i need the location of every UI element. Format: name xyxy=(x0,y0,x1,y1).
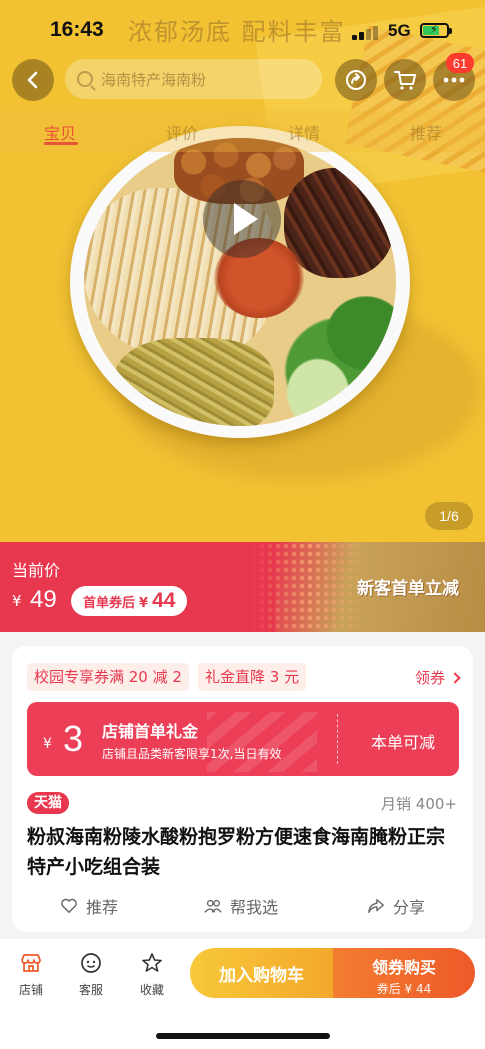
section-tabs: 宝贝 评价 详情 推荐 xyxy=(0,110,485,152)
product-detail-page: 1/6 16:43 浓郁汤底 配料丰富 5G ⚡ 海南特产海南粉 61 宝贝 评… xyxy=(0,0,485,1049)
share-label: 分享 xyxy=(393,898,426,917)
tab-reviews[interactable]: 评价 xyxy=(166,120,198,144)
beef-jerky xyxy=(284,168,394,278)
back-icon xyxy=(27,71,38,89)
product-title: 粉叔海南粉陵水酸粉抱罗粉方便速食海南腌粉正宗特产小吃组合装 xyxy=(27,826,446,878)
new-customer-promo: 新客首单立减 xyxy=(357,579,459,599)
charging-icon: ⚡ xyxy=(430,23,438,36)
tab-recommend[interactable]: 推荐 xyxy=(410,120,442,144)
product-image xyxy=(70,126,410,438)
store-label: 店铺 xyxy=(18,983,43,997)
help-me-choose-label: 帮我选 xyxy=(230,898,279,917)
price-label: 当前价 xyxy=(12,561,61,580)
tab-item[interactable]: 宝贝 xyxy=(44,120,76,144)
notification-badge: 61 xyxy=(446,53,474,73)
service-icon xyxy=(81,953,101,973)
chevron-right-icon xyxy=(449,671,461,684)
search-placeholder: 海南特产海南粉 xyxy=(101,70,207,89)
share-arrow-icon xyxy=(368,899,384,913)
play-video-icon[interactable] xyxy=(203,180,281,258)
get-coupon-link[interactable]: 领券 xyxy=(414,667,461,688)
coupon-price-amount: 44 xyxy=(152,589,176,612)
share-button[interactable] xyxy=(335,59,377,101)
favorite-button[interactable]: 收藏 xyxy=(132,951,172,998)
coupon-chip-campus[interactable]: 校园专享券满 20 减 2 xyxy=(27,663,189,691)
gift-amount: 3 xyxy=(63,718,84,759)
more-icon xyxy=(443,77,465,83)
buy-label: 领券购买 xyxy=(371,958,436,977)
home-indicator[interactable] xyxy=(156,1033,330,1039)
top-nav: 海南特产海南粉 61 xyxy=(0,53,485,103)
coupon-price-label: 首单券后 xyxy=(83,596,136,611)
buy-with-coupon-button[interactable]: 领券购买 券后 ¥ 44 xyxy=(333,948,475,998)
share-icon xyxy=(346,70,366,90)
coupon-divider xyxy=(337,714,338,764)
price-amount: 49 xyxy=(30,586,57,613)
tmall-badge: 天猫 xyxy=(27,792,69,814)
gift-title: 店铺首单礼金 xyxy=(102,722,199,741)
share-action-button[interactable]: 分享 xyxy=(367,894,425,918)
coupon-price-badge: 首单券后 ¥ 44 xyxy=(71,586,188,616)
coupon-chip-cash[interactable]: 礼金直降 3 元 xyxy=(198,663,307,691)
first-order-gift-coupon[interactable]: ¥ 3 店铺首单礼金 店铺且品类新客限享1次,当日有效 本单可减 xyxy=(27,702,459,776)
gift-action[interactable]: 本单可减 xyxy=(371,729,435,753)
help-me-choose-button[interactable]: 帮我选 xyxy=(204,894,278,918)
promo-dots xyxy=(250,542,370,632)
price-banner: 当前价 ¥ 49 首单券后 ¥ 44 新客首单立减 xyxy=(0,542,485,632)
cart-button[interactable] xyxy=(384,59,426,101)
search-bar[interactable]: 海南特产海南粉 xyxy=(65,59,322,99)
signal-icon xyxy=(352,24,382,40)
store-button[interactable]: 店铺 xyxy=(11,951,51,998)
gift-description: 店铺且品类新客限享1次,当日有效 xyxy=(102,747,282,761)
status-time: 16:43 xyxy=(50,18,104,41)
network-type: 5G xyxy=(388,21,411,40)
service-button[interactable]: 客服 xyxy=(71,951,111,998)
people-icon xyxy=(204,899,222,913)
recommend-label: 推荐 xyxy=(86,898,119,917)
star-icon xyxy=(142,953,162,972)
image-overlay-text: 浓郁汤底 配料丰富 xyxy=(128,18,346,46)
favorite-label: 收藏 xyxy=(139,983,164,997)
status-bar: 16:43 浓郁汤底 配料丰富 5G ⚡ xyxy=(0,0,485,52)
recommend-button[interactable]: 推荐 xyxy=(60,894,118,918)
pickled-greens xyxy=(114,338,274,426)
monthly-sales: 月销 400+ xyxy=(381,795,457,813)
price-currency: ¥ xyxy=(12,592,22,610)
service-label: 客服 xyxy=(78,983,103,997)
tab-indicator xyxy=(44,142,78,145)
product-actions: 推荐 帮我选 分享 xyxy=(12,892,473,920)
get-coupon-label: 领券 xyxy=(414,669,445,687)
store-icon xyxy=(21,954,41,972)
gift-currency: ¥ xyxy=(43,736,52,752)
back-button[interactable] xyxy=(12,59,54,101)
coupon-pattern xyxy=(207,712,317,772)
search-icon xyxy=(77,71,93,87)
buy-price-after-coupon: 券后 ¥ 44 xyxy=(376,982,432,996)
gallery-pager: 1/6 xyxy=(425,502,473,530)
bottom-action-bar: 店铺 客服 收藏 加入购物车 领券购买 券后 ¥ 44 xyxy=(0,939,485,1049)
cart-icon xyxy=(394,71,416,90)
coupon-price-currency: ¥ xyxy=(139,596,149,611)
add-to-cart-button[interactable]: 加入购物车 xyxy=(190,948,333,998)
battery-icon: ⚡ xyxy=(420,23,452,38)
product-info-card: 校园专享券满 20 减 2 礼金直降 3 元 领券 ¥ 3 店铺首单礼金 店铺且… xyxy=(12,646,473,932)
heart-icon xyxy=(61,898,77,914)
tab-details[interactable]: 详情 xyxy=(288,120,320,144)
